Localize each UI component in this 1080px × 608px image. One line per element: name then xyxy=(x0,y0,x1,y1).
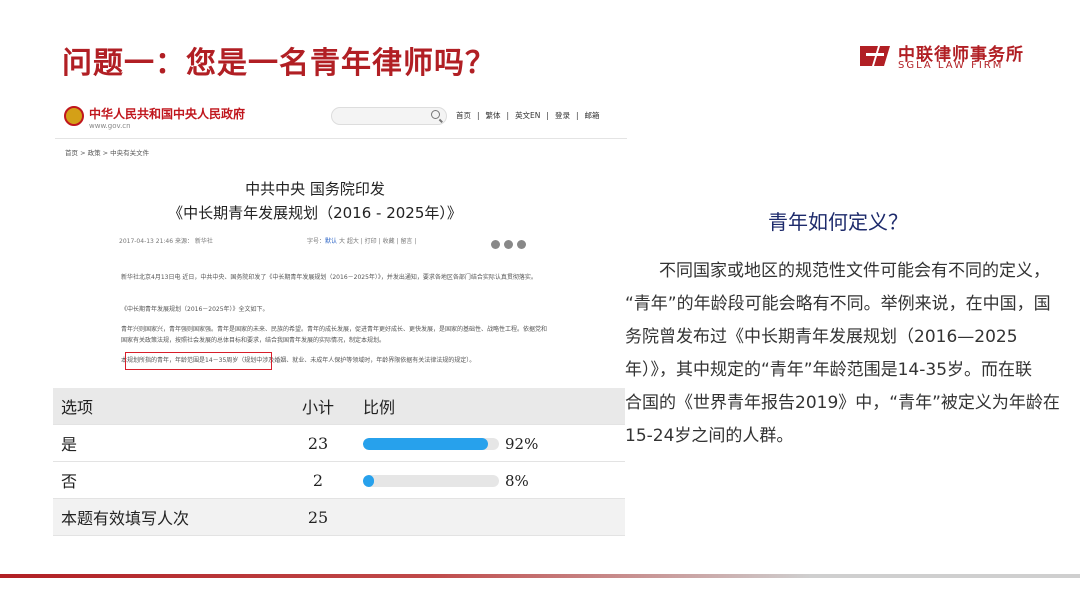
footer-divider xyxy=(0,574,1080,578)
col-ratio: 比例 xyxy=(355,388,625,425)
definition-line: “青年”的年龄段可能会略有不同。举例来说，在中国，国 xyxy=(625,294,1051,314)
ratio-yes: 92% xyxy=(355,424,625,462)
header-divider xyxy=(55,138,627,139)
col-option: 选项 xyxy=(53,388,281,425)
nav-sep: | xyxy=(477,111,480,120)
ratio-bar-track xyxy=(363,474,499,487)
count-yes: 23 xyxy=(281,424,355,462)
definition-line: 务院曾发布过《中长期青年发展规划（2016—2025 xyxy=(625,327,1018,347)
nav-english[interactable]: 英文EN xyxy=(515,111,540,120)
ratio-label: 92% xyxy=(505,434,539,453)
ratio-no: 8% xyxy=(355,461,625,499)
total-label: 本题有效填写人次 xyxy=(53,498,281,536)
doc-title-line-1: 中共中央 国务院印发 xyxy=(245,180,385,198)
nav-sep: | xyxy=(575,111,579,120)
ratio-bar-fill xyxy=(363,437,489,450)
share-weibo-icon[interactable] xyxy=(504,240,513,249)
doc-paragraph: 《中长期青年发展规划（2016－2025年）》全文如下。 xyxy=(121,306,269,313)
nav-sep: | xyxy=(546,111,549,120)
doc-title-line-2: 《中长期青年发展规划（2016 - 2025年）》 xyxy=(168,204,462,222)
nav-home[interactable]: 首页 xyxy=(456,111,471,120)
nav-traditional[interactable]: 繁体 xyxy=(486,111,501,120)
doc-meta-tools: 字号：默认 大 超大 | 打印 | 收藏 | 留言 | xyxy=(307,236,416,245)
definition-text: 不同国家或地区的规范性文件可能会有不同的定义， “青年”的年龄段可能会略有不同。… xyxy=(625,255,1075,453)
national-emblem-icon xyxy=(64,106,84,126)
definition-heading: 青年如何定义？ xyxy=(768,210,908,234)
gov-search-input[interactable] xyxy=(331,107,447,125)
ratio-bar-fill xyxy=(363,474,374,487)
share-qzone-icon[interactable] xyxy=(517,240,526,249)
total-count: 25 xyxy=(281,498,355,536)
slide-title: 问题一：您是一名青年律师吗？ xyxy=(62,46,496,81)
table-total-row: 本题有效填写人次 25 xyxy=(53,498,625,536)
option-yes: 是 xyxy=(53,424,281,462)
definition-line: 年）》，其中规定的“青年”年龄范围是14-35岁。而在联 xyxy=(625,360,1033,380)
firm-name-en: SGLA LAW FIRM xyxy=(898,60,1004,71)
gov-site-name: 中华人民共和国中央人民政府 xyxy=(89,107,246,121)
doc-tool-links[interactable]: 大 超大 | 打印 | 收藏 | 留言 | xyxy=(337,238,416,245)
nav-sep: | xyxy=(506,111,510,120)
definition-line: 不同国家或地区的规范性文件可能会有不同的定义， xyxy=(625,261,1050,281)
doc-paragraph: 青年兴则国家兴，青年强则国家强。青年是国家的未来、民族的希望。青年的成长发展，促… xyxy=(121,326,548,344)
nav-login[interactable]: 登录 xyxy=(555,111,570,120)
font-size-label: 字号： xyxy=(307,238,326,245)
count-no: 2 xyxy=(281,461,355,499)
ratio-label: 8% xyxy=(505,471,529,490)
share-wechat-icon[interactable] xyxy=(491,240,500,249)
doc-meta-source: 2017-04-13 21:46 来源： 新华社 xyxy=(119,238,213,245)
definition-line: 15-24岁之间的人群。 xyxy=(625,426,794,446)
search-icon[interactable] xyxy=(431,110,440,119)
total-ratio-empty xyxy=(355,498,625,536)
share-icons xyxy=(491,234,541,249)
gov-top-nav: 首页 | 繁体 | 英文EN | 登录 | 邮箱 xyxy=(453,110,602,121)
table-row: 是 23 92% xyxy=(53,424,625,462)
ratio-bar-track xyxy=(363,437,499,450)
gov-webpage-screenshot: 中华人民共和国中央人民政府 www.gov.cn 首页 | 繁体 | 英文EN | 登录 | 邮… xyxy=(55,92,627,385)
highlight-box xyxy=(125,352,272,370)
col-count: 小计 xyxy=(281,388,355,425)
definition-line: 合国的《世界青年报告2019》中，“青年”被定义为年龄在 xyxy=(625,393,1060,413)
gov-domain: www.gov.cn xyxy=(89,122,131,130)
table-header-row: 选项 小计 比例 xyxy=(53,388,625,425)
nav-mail[interactable]: 邮箱 xyxy=(584,111,599,120)
doc-paragraph: 新华社北京4月13日电 近日，中共中央、国务院印发了《中长期青年发展规划（201… xyxy=(121,274,537,281)
firm-logo-icon xyxy=(860,46,890,66)
option-no: 否 xyxy=(53,461,281,499)
font-size-default[interactable]: 默认 xyxy=(325,238,337,245)
firm-logo: 中联律师事务所 SGLA LAW FIRM xyxy=(858,40,1028,74)
breadcrumb[interactable]: 首页 > 政策 > 中央有关文件 xyxy=(65,147,149,157)
table-row: 否 2 8% xyxy=(53,461,625,499)
survey-result-table: 选项 小计 比例 是 23 92% 否 2 8% 本题有效填写人次 25 xyxy=(53,388,625,536)
